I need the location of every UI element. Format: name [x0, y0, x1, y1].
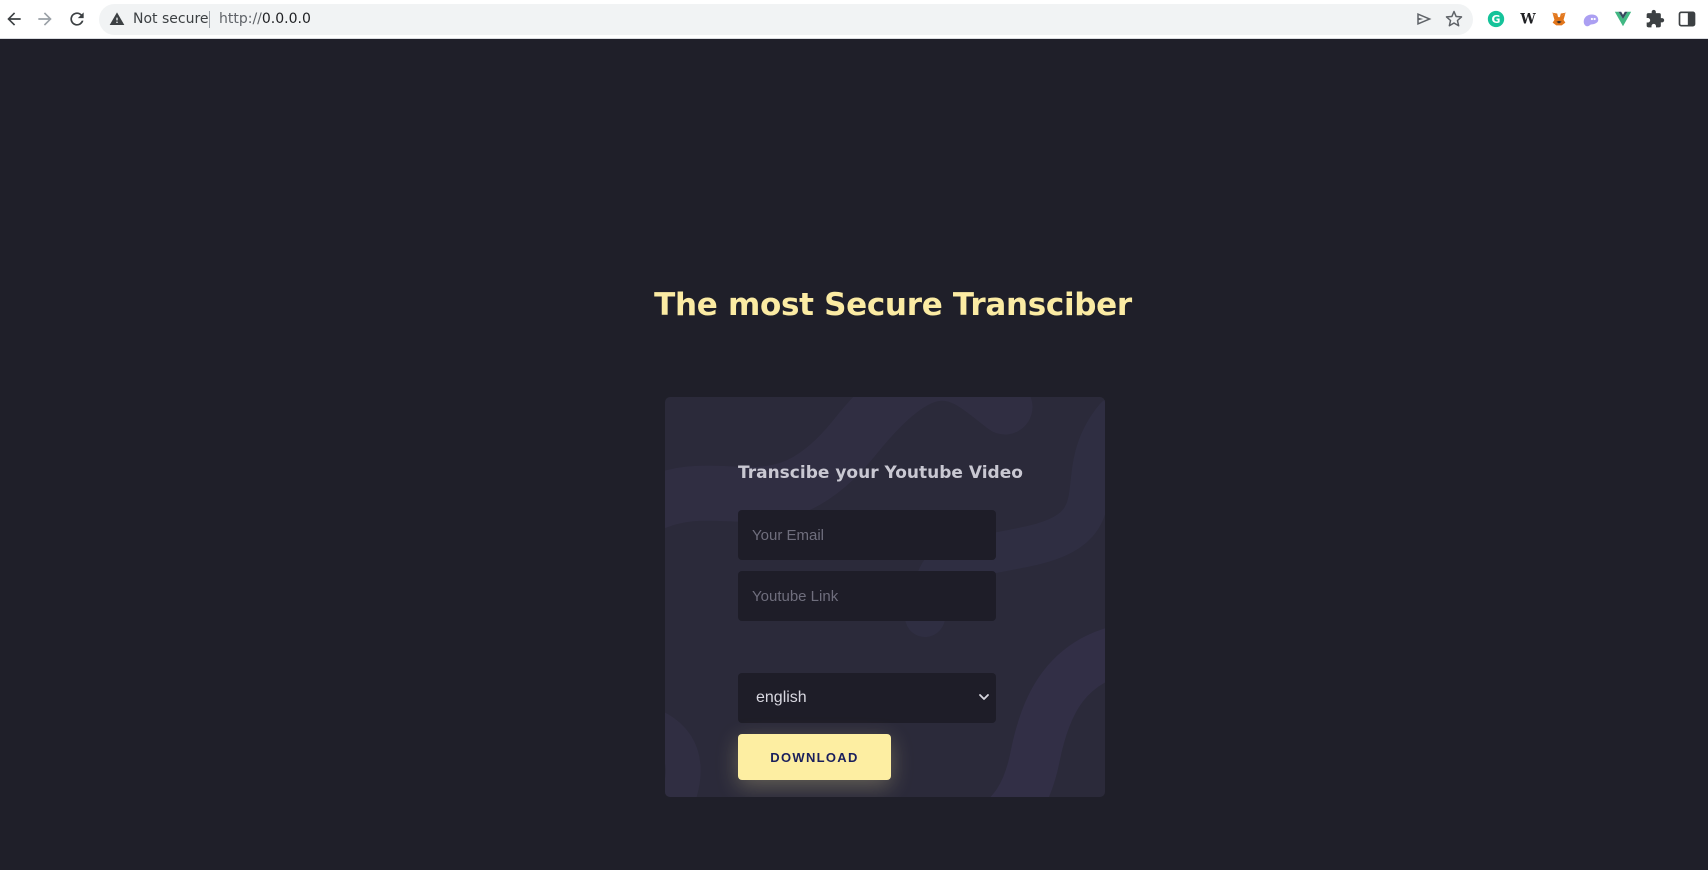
- warning-icon: [109, 12, 125, 25]
- forward-icon[interactable]: [33, 7, 57, 31]
- vue-devtools-extension-icon[interactable]: [1612, 8, 1634, 30]
- email-input[interactable]: [738, 510, 996, 560]
- phantom-extension-icon[interactable]: [1580, 8, 1602, 30]
- omnibox-divider: [209, 11, 210, 28]
- extensions-puzzle-icon[interactable]: [1644, 8, 1666, 30]
- url-host: 0.0.0.0: [261, 11, 311, 27]
- bookmark-star-icon[interactable]: [1445, 10, 1463, 28]
- grammarly-extension-icon[interactable]: G: [1485, 8, 1507, 30]
- svg-text:G: G: [1492, 13, 1501, 26]
- security-label[interactable]: Not secure: [133, 11, 209, 28]
- metamask-extension-icon[interactable]: [1548, 8, 1570, 30]
- url-text[interactable]: http://0.0.0.0: [219, 11, 311, 28]
- language-select-value: english: [756, 689, 807, 706]
- wikipedia-extension-icon[interactable]: W: [1517, 8, 1539, 30]
- language-select[interactable]: english: [738, 673, 996, 723]
- download-button[interactable]: DOWNLOAD: [738, 734, 891, 780]
- send-tab-icon[interactable]: [1415, 10, 1433, 28]
- youtube-link-input[interactable]: [738, 571, 996, 621]
- form-title: Transcibe your Youtube Video: [738, 463, 1023, 483]
- page-body: The most Secure Transciber Transcibe you…: [0, 40, 1708, 870]
- address-bar[interactable]: Not secure http://0.0.0.0: [99, 4, 1473, 35]
- reload-icon[interactable]: [65, 7, 89, 31]
- back-icon[interactable]: [2, 7, 26, 31]
- page-title: The most Secure Transciber: [654, 287, 1132, 323]
- svg-text:W: W: [1519, 12, 1536, 28]
- browser-toolbar: Not secure http://0.0.0.0 G W: [0, 0, 1708, 39]
- side-panel-icon[interactable]: [1676, 8, 1698, 30]
- url-scheme: http://: [219, 11, 262, 27]
- chevron-down-icon: [979, 694, 989, 700]
- transcribe-form-card: Transcibe your Youtube Video english DOW…: [665, 397, 1105, 797]
